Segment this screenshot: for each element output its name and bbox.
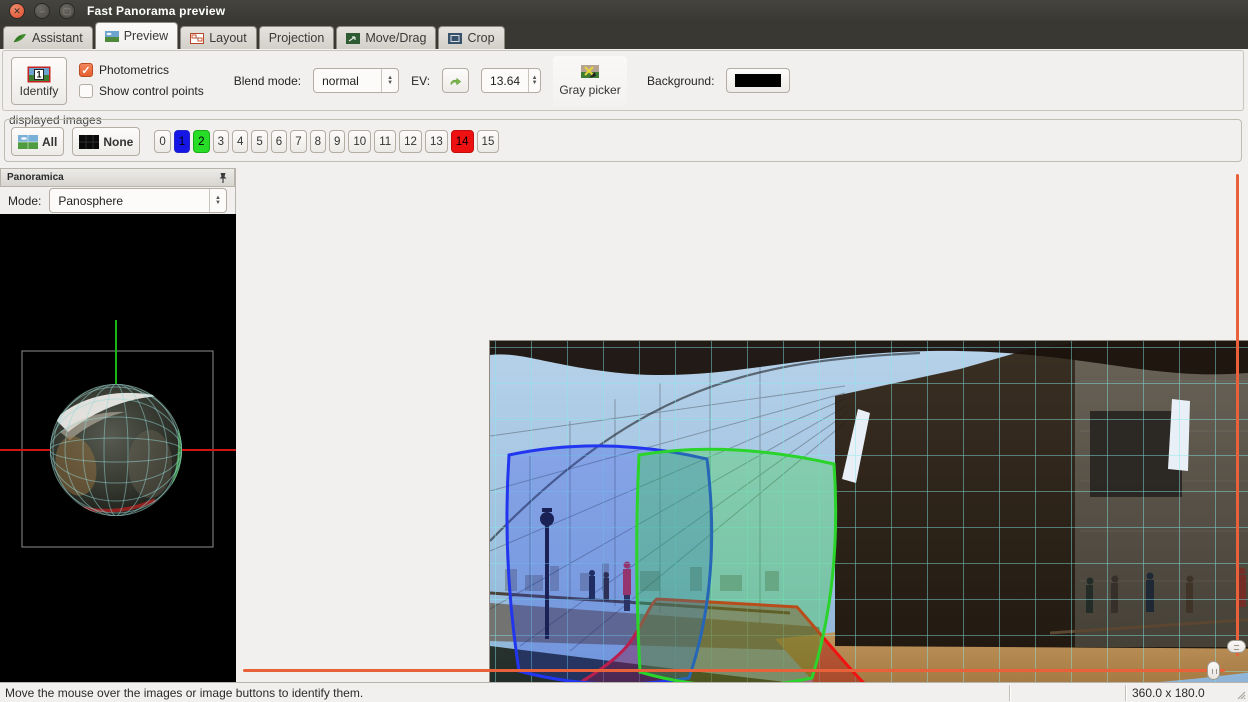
image-button-0[interactable]: 0 [154, 130, 170, 153]
move-drag-icon [346, 33, 360, 44]
photometrics-checkbox[interactable]: ✓ [79, 63, 93, 77]
panoramica-panel: Panoramica Mode: Panosphere ▲▼ [0, 168, 236, 682]
maximize-icon[interactable]: ▢ [59, 3, 75, 19]
none-label: None [103, 135, 133, 149]
window-title: Fast Panorama preview [87, 4, 225, 18]
image-button-7[interactable]: 7 [290, 130, 306, 153]
titlebar: ✕ – ▢ Fast Panorama preview [0, 0, 1248, 22]
image-button-15[interactable]: 15 [477, 130, 500, 153]
mode-label: Mode: [8, 194, 41, 208]
panosphere-viewport[interactable] [0, 214, 236, 682]
tab-label: Move/Drag [365, 31, 426, 45]
show-control-points-row[interactable]: Show control points [79, 84, 204, 98]
background-color-button[interactable] [726, 68, 790, 93]
image-button-9[interactable]: 9 [329, 130, 345, 153]
ev-spinbox[interactable]: 13.64 ▲▼ [481, 68, 541, 93]
identify-button[interactable]: 1 Identify [11, 57, 67, 105]
spinner-icon[interactable]: ▲▼ [209, 189, 226, 212]
tab-movedrag[interactable]: Move/Drag [336, 26, 436, 49]
ev-label: EV: [411, 74, 430, 88]
image-outlines [490, 341, 1248, 702]
tab-projection[interactable]: Projection [259, 26, 335, 49]
gray-picker-icon [579, 64, 601, 81]
none-images-icon [79, 135, 99, 149]
photometrics-label: Photometrics [99, 63, 169, 77]
image-buttons: 0123456789101112131415 [154, 130, 499, 153]
spinner-icon[interactable]: ▲▼ [528, 69, 540, 92]
panorama-canvas[interactable] [489, 340, 1248, 702]
toolbar: 1 Identify ✓ Photometrics Show control p… [2, 50, 1244, 111]
panoramica-title: Panoramica [7, 172, 218, 183]
vertical-slider-track[interactable] [1236, 174, 1239, 656]
image-button-8[interactable]: 8 [310, 130, 326, 153]
tab-preview[interactable]: Preview [95, 22, 178, 49]
horizontal-slider-handle[interactable] [1207, 661, 1220, 680]
ev-reset-button[interactable] [442, 68, 469, 93]
image-button-10[interactable]: 10 [348, 130, 371, 153]
image-button-2[interactable]: 2 [193, 130, 209, 153]
identify-icon: 1 [27, 66, 51, 83]
image-button-5[interactable]: 5 [251, 130, 267, 153]
all-images-icon [18, 135, 38, 149]
image-button-6[interactable]: 6 [271, 130, 287, 153]
blend-mode-select[interactable]: normal ▲▼ [313, 68, 399, 93]
status-message: Move the mouse over the images or image … [0, 686, 1009, 700]
tab-label: Layout [209, 31, 247, 45]
statusbar: Move the mouse over the images or image … [0, 682, 1248, 702]
image-button-11[interactable]: 11 [374, 130, 396, 153]
none-images-button[interactable]: None [72, 127, 140, 156]
blend-mode-value: normal [314, 74, 381, 88]
green-arrow-icon [449, 74, 462, 88]
show-control-points-checkbox[interactable] [79, 84, 93, 98]
preview-icon [105, 31, 119, 42]
tab-layout[interactable]: Layout [180, 26, 257, 49]
image-button-13[interactable]: 13 [425, 130, 448, 153]
panoramica-header: Panoramica [0, 168, 235, 187]
gray-picker-label: Gray picker [559, 83, 620, 97]
identify-label: Identify [20, 84, 59, 98]
image-button-14[interactable]: 14 [451, 130, 474, 153]
mode-select[interactable]: Panosphere ▲▼ [49, 188, 227, 213]
tabbar: Assistant Preview Layout Projection Move… [0, 22, 1248, 49]
background-color-swatch [735, 74, 781, 87]
show-control-points-label: Show control points [99, 84, 204, 98]
displayed-images-group: All None 0123456789101112131415 [4, 119, 1242, 162]
image-button-4[interactable]: 4 [232, 130, 248, 153]
ev-value: 13.64 [482, 74, 528, 88]
pano-dimensions: 360.0 x 180.0 [1126, 686, 1248, 700]
svg-text:1: 1 [36, 69, 41, 79]
gray-picker-button[interactable]: Gray picker [553, 56, 627, 106]
image-button-12[interactable]: 12 [399, 130, 422, 153]
fast-panorama-preview-window: ✕ – ▢ Fast Panorama preview Assistant Pr… [0, 0, 1248, 702]
all-label: All [42, 135, 57, 149]
tab-assistant[interactable]: Assistant [3, 26, 93, 49]
image-button-3[interactable]: 3 [213, 130, 229, 153]
tab-crop[interactable]: Crop [438, 26, 504, 49]
mode-row: Mode: Panosphere ▲▼ [0, 187, 235, 214]
spinner-icon[interactable]: ▲▼ [381, 69, 398, 92]
panosphere-preview [0, 214, 236, 682]
crop-icon [448, 33, 462, 44]
layout-icon [190, 33, 204, 44]
mode-value: Panosphere [50, 194, 209, 208]
green-image-outline [637, 449, 836, 686]
image-button-1[interactable]: 1 [174, 130, 190, 153]
background-label: Background: [647, 74, 714, 88]
preview-area [237, 166, 1248, 682]
tab-label: Projection [269, 31, 325, 45]
statusbar-separator [1009, 685, 1010, 701]
blend-mode-label: Blend mode: [234, 74, 301, 88]
photometrics-checkbox-row[interactable]: ✓ Photometrics [79, 63, 204, 77]
all-images-button[interactable]: All [11, 127, 64, 156]
assistant-icon [13, 33, 27, 44]
tab-label: Preview [124, 29, 168, 43]
minimize-icon[interactable]: – [34, 3, 50, 19]
horizontal-slider-track[interactable] [243, 669, 1225, 672]
vertical-slider-handle[interactable] [1227, 640, 1246, 653]
tab-label: Crop [467, 31, 494, 45]
resize-grip-icon[interactable] [1237, 691, 1246, 700]
pin-icon[interactable] [218, 172, 228, 184]
tab-label: Assistant [32, 31, 83, 45]
close-icon[interactable]: ✕ [9, 3, 25, 19]
